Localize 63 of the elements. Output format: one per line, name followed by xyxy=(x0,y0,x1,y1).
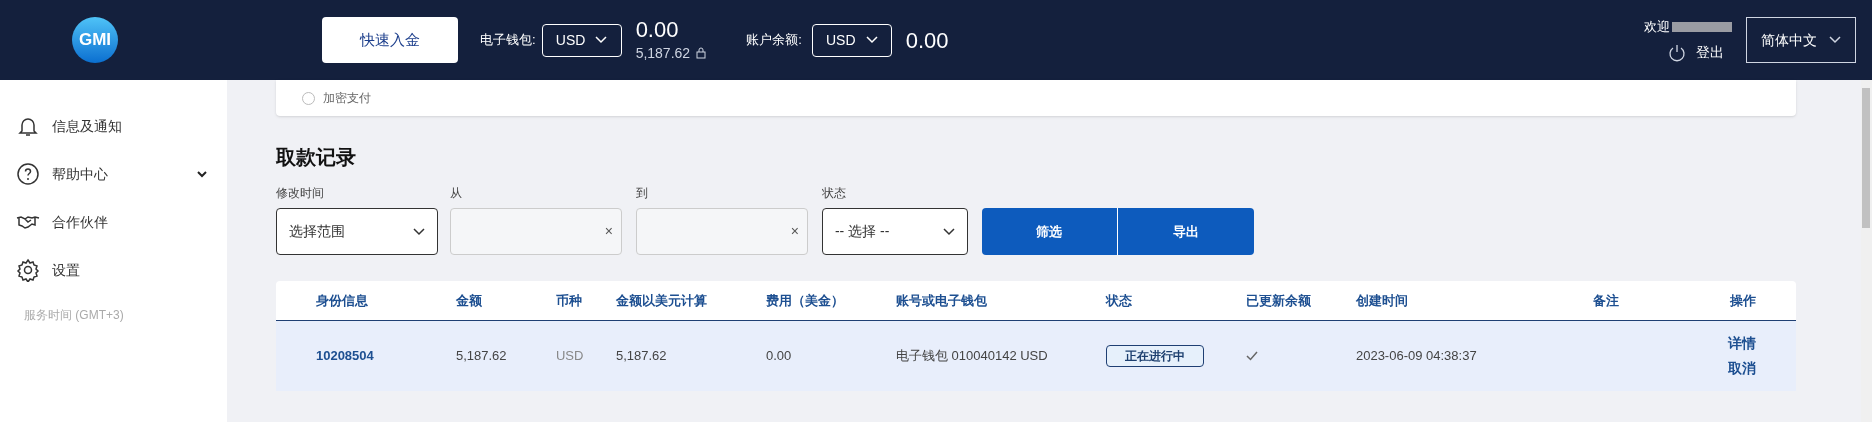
table-cell-text: 5,187.62 xyxy=(455,347,508,366)
status-badge: 正在进行中 xyxy=(1105,345,1204,367)
table-cell-text: 2023-06-09 04:38:37 xyxy=(1355,347,1478,366)
column-header: 币种 xyxy=(555,291,583,310)
clear-icon[interactable]: × xyxy=(604,221,613,242)
column-header: 状态 xyxy=(1105,291,1133,310)
wallet-label: 电子钱包: xyxy=(480,31,536,50)
sidebar-item[interactable]: 合作伙伴 xyxy=(0,198,227,246)
clear-icon[interactable]: × xyxy=(790,221,799,242)
service-time: 服务时间 (GMT+3) xyxy=(23,307,125,324)
column-header: 操作 xyxy=(1728,291,1756,310)
logout-button[interactable]: 登出 xyxy=(1668,42,1724,64)
filter-label: 到 xyxy=(635,185,649,202)
column-header: 身份信息 xyxy=(315,291,369,310)
select-field[interactable]: -- 选择 -- xyxy=(821,208,968,255)
chevron-down-icon xyxy=(865,36,878,44)
filter-label: 修改时间 xyxy=(275,185,325,202)
id-link[interactable]: 10208504 xyxy=(315,346,456,366)
column-header: 备注 xyxy=(1591,291,1620,310)
action-link[interactable]: 详情 xyxy=(1727,333,1756,354)
balance-amount: 0.00 xyxy=(905,26,949,55)
column-header: 账号或电子钱包 xyxy=(895,291,988,310)
sidebar-item[interactable]: 信息及通知 xyxy=(0,102,227,150)
settings-icon xyxy=(16,258,40,282)
table-cell-text: USD xyxy=(555,347,585,366)
action-button[interactable]: 导出 xyxy=(1117,208,1254,255)
column-header: 金额以美元计算 xyxy=(615,291,708,310)
currency-select[interactable]: USD xyxy=(811,23,892,57)
radio-label: 加密支付 xyxy=(322,90,371,107)
balance-label: 账户余额: xyxy=(746,31,802,50)
date-field[interactable]: × xyxy=(449,208,622,255)
column-header: 费用（美金） xyxy=(765,291,845,310)
select-field[interactable]: 选择范围 xyxy=(275,208,438,255)
sidebar-item[interactable]: 设置 xyxy=(0,246,227,294)
help-icon xyxy=(16,162,40,186)
language-select[interactable]: 简体中文 xyxy=(1746,17,1856,63)
column-header: 金额 xyxy=(455,291,483,310)
table-cell-text: 电子钱包 010040142 USD xyxy=(895,347,1049,366)
lock-icon xyxy=(696,47,707,59)
filter-label: 从 xyxy=(449,185,463,202)
power-icon xyxy=(1668,43,1686,62)
section-title: 取款记录 xyxy=(275,145,357,170)
action-button[interactable]: 筛选 xyxy=(981,208,1118,255)
table-cell-text: 5,187.62 xyxy=(615,347,668,366)
currency-select[interactable]: USD xyxy=(541,23,622,57)
logo: GMI xyxy=(72,17,118,63)
column-header: 已更新余额 xyxy=(1245,291,1312,310)
column-header: 创建时间 xyxy=(1355,291,1409,310)
sidebar-item[interactable]: 帮助中心 xyxy=(0,150,227,198)
action-link[interactable]: 取消 xyxy=(1727,358,1756,379)
deposit-button[interactable]: 快速入金 xyxy=(322,17,458,63)
table-cell-text: 0.00 xyxy=(765,347,793,366)
wallet-sub-amount: 5,187.62 xyxy=(635,43,691,63)
wallet-amount: 0.00 xyxy=(635,16,680,43)
filter-label: 状态 xyxy=(821,185,847,202)
chevron-down-icon xyxy=(412,227,425,236)
chevron-down-icon xyxy=(942,227,955,236)
redacted-name xyxy=(1672,21,1732,32)
chevron-down-icon xyxy=(1829,36,1841,44)
chevron-down-icon xyxy=(595,36,608,44)
radio-button[interactable] xyxy=(301,91,315,105)
date-field[interactable]: × xyxy=(635,208,808,255)
welcome-text: 欢迎 xyxy=(1644,17,1670,36)
